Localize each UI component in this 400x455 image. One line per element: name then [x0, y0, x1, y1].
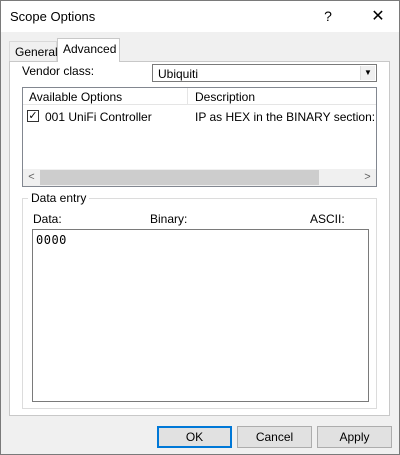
title-bar: Scope Options ? ✕: [1, 1, 399, 32]
column-available-options[interactable]: Available Options: [29, 90, 122, 104]
help-button[interactable]: ?: [313, 1, 343, 32]
vendor-class-label: Vendor class:: [22, 64, 95, 78]
data-entry-value: 0000: [36, 233, 67, 247]
data-label: Data:: [33, 212, 62, 226]
available-options-list[interactable]: Available Options Description ✓ 001 UniF…: [22, 87, 377, 187]
list-item[interactable]: ✓ 001 UniFi Controller IP as HEX in the …: [23, 107, 376, 125]
horizontal-scrollbar[interactable]: < >: [23, 169, 376, 186]
cancel-button[interactable]: Cancel: [237, 426, 312, 448]
option-description: IP as HEX in the BINARY section: 0A 0: [195, 110, 376, 124]
column-description[interactable]: Description: [195, 90, 255, 104]
scroll-thumb[interactable]: [40, 170, 319, 185]
chevron-down-icon[interactable]: ▼: [360, 66, 375, 80]
scroll-right-icon[interactable]: >: [359, 169, 376, 186]
data-entry-label: Data entry: [28, 191, 90, 205]
tab-advanced[interactable]: Advanced: [57, 38, 120, 62]
option-checkbox[interactable]: ✓: [27, 110, 39, 122]
apply-button[interactable]: Apply: [317, 426, 392, 448]
dialog-title: Scope Options: [10, 9, 96, 24]
data-entry-field[interactable]: 0000: [32, 229, 369, 402]
ok-button[interactable]: OK: [157, 426, 232, 448]
option-name: 001 UniFi Controller: [45, 110, 152, 124]
vendor-class-select[interactable]: Ubiquiti ▼: [152, 64, 377, 82]
tab-general[interactable]: General: [9, 41, 58, 61]
ascii-label: ASCII:: [310, 212, 345, 226]
close-icon[interactable]: ✕: [361, 1, 395, 32]
vendor-class-value: Ubiquiti: [158, 67, 199, 81]
list-header: Available Options Description: [23, 88, 376, 105]
scroll-left-icon[interactable]: <: [23, 169, 40, 186]
binary-label: Binary:: [150, 212, 188, 226]
column-divider[interactable]: [187, 88, 188, 105]
